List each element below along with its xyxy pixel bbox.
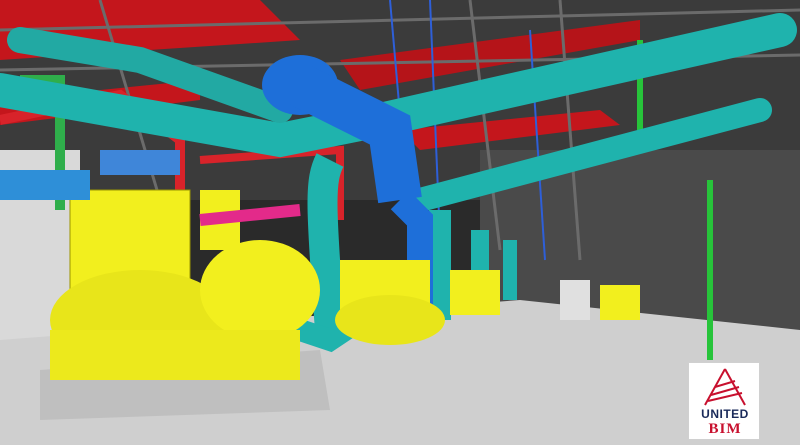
logo-wordmark-top: UNITED <box>701 407 749 421</box>
electrical-panel <box>600 285 640 320</box>
chiller-1 <box>50 189 320 380</box>
chilled-water-pipe <box>307 153 345 332</box>
united-bim-logo-mark <box>704 368 746 406</box>
supply-duct <box>0 170 90 200</box>
supply-duct <box>100 150 180 175</box>
chiller-2 <box>335 260 445 345</box>
bim-scene <box>0 0 800 445</box>
logo-wordmark-bottom: BIM <box>708 421 742 437</box>
electrical-panel <box>560 280 590 320</box>
chiller-3 <box>450 270 500 315</box>
company-logo: UNITED BIM <box>688 362 760 440</box>
